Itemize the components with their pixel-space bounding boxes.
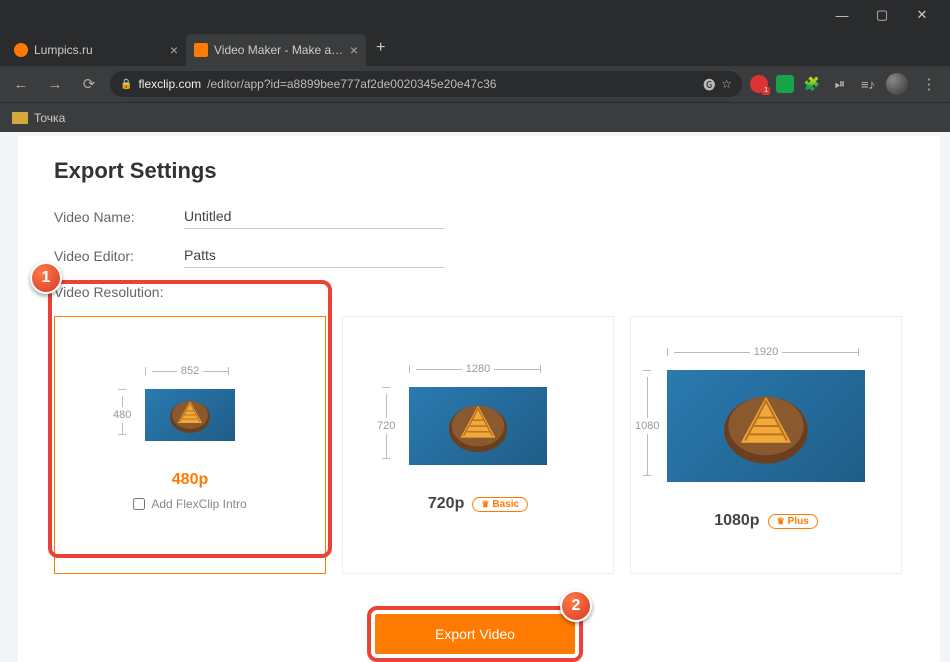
field-label: Video Name: — [54, 209, 184, 229]
resolution-name: 720p ♛Basic — [428, 495, 528, 513]
extensions-area: 1 🧩 ⏯ ≡♪ ⋮ — [750, 71, 942, 97]
resolution-card-480p[interactable]: 852 480 480p Add FlexClip Intro — [54, 316, 326, 574]
dimension-width: 1280 — [462, 363, 494, 375]
crown-icon: ♛ — [481, 499, 489, 510]
extension-icon[interactable]: 🧩 — [802, 74, 822, 94]
thumbnail-icon — [145, 389, 235, 441]
extension-icon[interactable]: 1 — [750, 75, 768, 93]
resolution-name: 480p — [172, 471, 208, 489]
url-host: flexclip.com — [138, 77, 201, 91]
dimension-width: 1920 — [750, 346, 782, 358]
checkbox[interactable] — [133, 498, 145, 510]
dimension-height: 480 — [113, 407, 131, 423]
tab-title: Lumpics.ru — [34, 43, 164, 57]
dimension-width: 852 — [177, 365, 203, 377]
bookmark-star-icon[interactable]: ☆ — [721, 77, 732, 91]
window-maximize[interactable]: ▢ — [862, 0, 902, 30]
window-close[interactable]: ✕ — [902, 0, 942, 30]
translate-icon[interactable]: 🅖 — [703, 76, 715, 93]
favicon-icon — [194, 43, 208, 57]
add-intro-checkbox[interactable]: Add FlexClip Intro — [133, 497, 246, 511]
browser-tabs: Lumpics.ru × Video Maker - Make a Video … — [0, 30, 950, 66]
address-bar[interactable]: 🔒 flexclip.com/editor/app?id=a8899bee777… — [110, 71, 742, 97]
window-titlebar: — ▢ ✕ — [0, 0, 950, 30]
tab-title: Video Maker - Make a Video for — [214, 43, 344, 57]
resolution-card-1080p[interactable]: 1920 1080 1080p ♛Plus — [630, 316, 902, 574]
dimension-height: 1080 — [635, 418, 659, 434]
tab-flexclip[interactable]: Video Maker - Make a Video for × — [186, 34, 366, 66]
tab-lumpics[interactable]: Lumpics.ru × — [6, 34, 186, 66]
folder-icon — [12, 112, 28, 124]
bookmark-item[interactable]: Точка — [12, 111, 65, 125]
menu-icon[interactable]: ⋮ — [916, 71, 942, 97]
bookmarks-bar: Точка — [0, 102, 950, 132]
checkbox-label: Add FlexClip Intro — [151, 497, 246, 511]
resolution-name: 1080p ♛Plus — [714, 512, 818, 530]
reload-button[interactable]: ⟳ — [76, 71, 102, 97]
export-settings-panel: Export Settings Video Name: Untitled Vid… — [18, 136, 940, 662]
field-label: Video Editor: — [54, 248, 184, 268]
close-icon[interactable]: × — [350, 42, 358, 58]
thumbnail-icon — [409, 387, 547, 465]
reading-list-icon[interactable]: ≡♪ — [858, 74, 878, 94]
favicon-icon — [14, 43, 28, 57]
resolution-card-720p[interactable]: 1280 720 720p ♛Basic — [342, 316, 614, 574]
browser-toolbar: ← → ⟳ 🔒 flexclip.com/editor/app?id=a8899… — [0, 66, 950, 102]
dimension-height: 720 — [377, 418, 395, 434]
extension-icon[interactable] — [776, 75, 794, 93]
basic-badge: ♛Basic — [472, 497, 528, 512]
new-tab-button[interactable]: + — [366, 39, 395, 57]
close-icon[interactable]: × — [170, 42, 178, 58]
video-resolution-field: Video Resolution: — [54, 284, 904, 300]
back-button[interactable]: ← — [8, 71, 34, 97]
video-editor-field: Video Editor: Patts — [54, 245, 904, 268]
media-icon[interactable]: ⏯ — [830, 74, 850, 94]
export-video-button[interactable]: Export Video — [375, 614, 575, 654]
bookmark-label: Точка — [34, 111, 65, 125]
page-title: Export Settings — [54, 158, 904, 184]
video-editor-input[interactable]: Patts — [184, 245, 444, 268]
page-content: Export Settings Video Name: Untitled Vid… — [0, 132, 950, 662]
field-label: Video Resolution: — [54, 284, 184, 300]
export-button-area: Export Video — [375, 614, 575, 654]
thumbnail-icon — [667, 370, 865, 482]
video-name-input[interactable]: Untitled — [184, 206, 444, 229]
window-minimize[interactable]: — — [822, 0, 862, 30]
url-path: /editor/app?id=a8899bee777af2de0020345e2… — [207, 77, 496, 91]
video-name-field: Video Name: Untitled — [54, 206, 904, 229]
lock-icon: 🔒 — [120, 79, 132, 90]
resolution-options: 852 480 480p Add FlexClip Intro 1280 720 — [54, 316, 904, 574]
forward-button[interactable]: → — [42, 71, 68, 97]
profile-avatar[interactable] — [886, 73, 908, 95]
plus-badge: ♛Plus — [768, 514, 818, 529]
crown-icon: ♛ — [777, 516, 785, 527]
